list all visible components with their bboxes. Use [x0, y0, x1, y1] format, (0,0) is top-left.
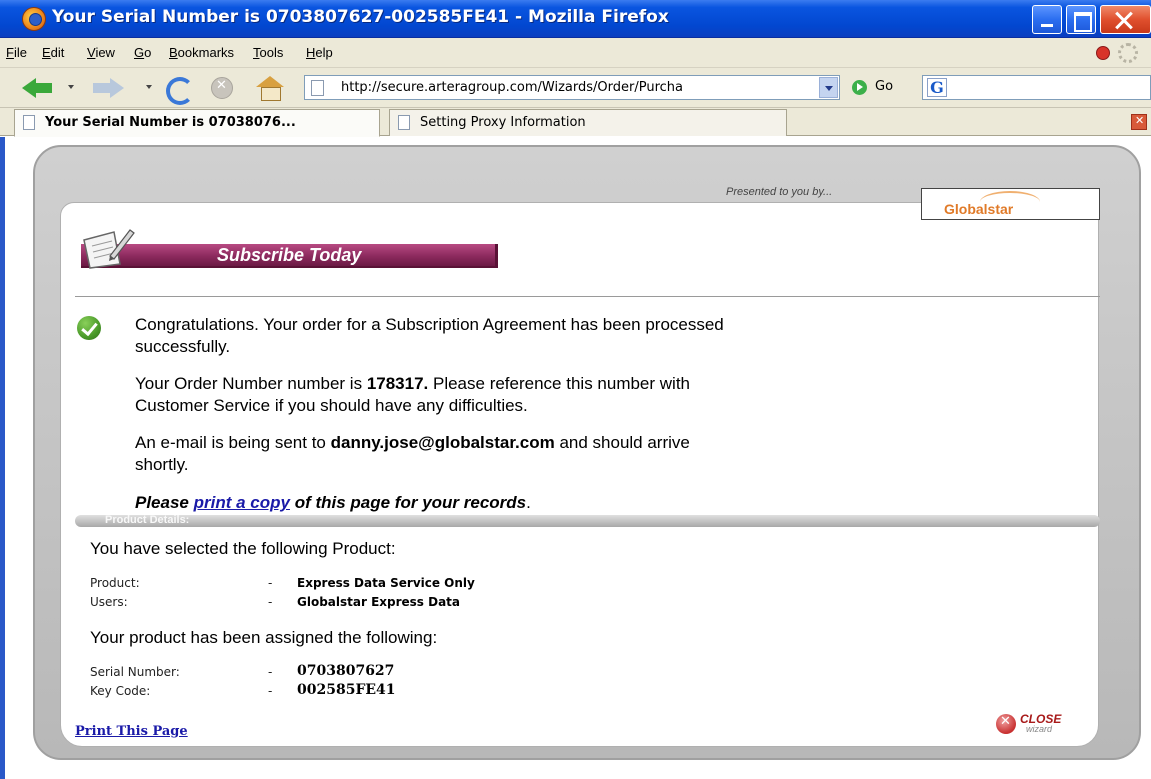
selected-product-heading: You have selected the following Product:: [90, 539, 396, 558]
menu-view[interactable]: View: [87, 45, 115, 60]
wizard-label: wizard: [1026, 724, 1053, 734]
congrats-line-1: Congratulations. Your order for a Subscr…: [135, 315, 724, 334]
go-label: Go: [875, 79, 894, 94]
users-value: Globalstar Express Data: [297, 595, 461, 609]
tab-page-icon: [398, 115, 410, 130]
users-dash: -: [268, 595, 273, 609]
email-prefix: An e-mail is being sent to: [135, 433, 331, 452]
product-value: Express Data Service Only: [297, 576, 475, 590]
throbber-icon: [1118, 43, 1138, 63]
checkmark-icon: [77, 316, 101, 340]
forward-dropdown-icon[interactable]: [146, 85, 152, 89]
logo-text: Globalstar: [944, 201, 1014, 217]
minimize-button[interactable]: [1032, 5, 1062, 34]
order-line-1: Your Order Number number is 178317. Plea…: [135, 373, 690, 395]
product-details-label: Product Details:: [105, 514, 190, 526]
order-prefix: Your Order Number number is: [135, 374, 367, 393]
serial-number-value: 0703807627: [297, 663, 395, 679]
assigned-heading: Your product has been assigned the follo…: [90, 628, 438, 647]
window-title: Your Serial Number is 0703807627-002585F…: [52, 7, 669, 27]
stop-icon[interactable]: [210, 76, 234, 100]
globalstar-logo: Globalstar: [921, 188, 1100, 220]
serial-number-dash: -: [268, 665, 273, 679]
url-text[interactable]: http://secure.arteragroup.com/Wizards/Or…: [341, 80, 799, 95]
congrats-line-2: successfully.: [135, 337, 231, 356]
google-search-icon[interactable]: G: [927, 78, 947, 97]
notepad-pencil-icon: [83, 229, 135, 269]
print-this-page-link[interactable]: Print This Page: [75, 724, 188, 739]
key-code-value: 002585FE41: [297, 682, 396, 698]
header-divider: [75, 296, 1100, 297]
url-dropdown-icon[interactable]: [819, 77, 838, 98]
reload-icon[interactable]: [164, 76, 194, 105]
email-address: danny.jose@globalstar.com: [330, 433, 555, 452]
menu-file[interactable]: File: [6, 45, 27, 60]
congrats-message: Congratulations. Your order for a Subscr…: [135, 314, 724, 358]
print-suffix: of this page for your records: [289, 493, 527, 512]
menu-go[interactable]: Go: [134, 45, 151, 60]
close-wizard-button[interactable]: CLOSE wizard: [996, 712, 1096, 736]
firefox-icon: [22, 7, 46, 31]
menu-tools[interactable]: Tools: [253, 45, 283, 60]
order-number-message: Your Order Number number is 178317. Plea…: [135, 373, 690, 417]
product-dash: -: [268, 576, 273, 590]
tab-label: Setting Proxy Information: [420, 115, 586, 130]
print-period: .: [526, 493, 531, 512]
subscribe-banner: Subscribe Today: [81, 244, 498, 268]
search-box[interactable]: G: [922, 75, 1151, 100]
window-border: [0, 137, 5, 779]
tab-proxy-information[interactable]: Setting Proxy Information: [389, 109, 787, 136]
menu-bookmarks[interactable]: Bookmarks: [169, 45, 234, 60]
tab-bar: Your Serial Number is 07038076... Settin…: [0, 108, 1151, 137]
product-label: Product:: [90, 576, 140, 590]
print-prefix: Please: [135, 493, 194, 512]
key-code-label: Key Code:: [90, 684, 151, 698]
key-code-dash: -: [268, 684, 273, 698]
url-bar[interactable]: http://secure.arteragroup.com/Wizards/Or…: [304, 75, 840, 100]
go-button[interactable]: Go: [852, 79, 912, 99]
email-line-1: An e-mail is being sent to danny.jose@gl…: [135, 432, 690, 454]
serial-number-label: Serial Number:: [90, 665, 180, 679]
close-tab-icon[interactable]: [1131, 114, 1147, 130]
email-line-2: shortly.: [135, 455, 189, 474]
maximize-button[interactable]: [1066, 5, 1096, 34]
presented-by-text: Presented to you by...: [726, 186, 833, 198]
window-titlebar[interactable]: Your Serial Number is 0703807627-002585F…: [0, 0, 1151, 38]
menu-bar: File Edit View Go Bookmarks Tools Help: [0, 38, 1151, 68]
banner-title: Subscribe Today: [217, 245, 362, 265]
back-dropdown-icon[interactable]: [68, 85, 74, 89]
tab-page-icon: [23, 115, 35, 130]
order-suffix: Please reference this number with: [428, 374, 691, 393]
menu-help[interactable]: Help: [306, 45, 333, 60]
home-icon[interactable]: [254, 76, 286, 101]
tab-serial-number[interactable]: Your Serial Number is 07038076...: [14, 109, 380, 137]
back-arrow-icon[interactable]: [22, 76, 54, 100]
menu-edit[interactable]: Edit: [42, 45, 64, 60]
forward-arrow-icon[interactable]: [93, 76, 125, 100]
users-label: Users:: [90, 595, 128, 609]
popup-blocked-icon[interactable]: [1096, 46, 1110, 60]
close-window-button[interactable]: [1100, 5, 1151, 34]
email-message: An e-mail is being sent to danny.jose@gl…: [135, 432, 690, 476]
tab-label: Your Serial Number is 07038076...: [45, 115, 296, 130]
print-message: Please print a copy of this page for you…: [135, 493, 531, 513]
print-a-copy-link[interactable]: print a copy: [194, 493, 290, 512]
product-details-bar: Product Details:: [75, 514, 1100, 527]
email-suffix: and should arrive: [554, 433, 690, 452]
close-x-icon: [996, 714, 1016, 734]
page-icon: [311, 80, 324, 96]
navigation-toolbar: http://secure.arteragroup.com/Wizards/Or…: [0, 68, 1151, 108]
order-line-2: Customer Service if you should have any …: [135, 396, 528, 415]
go-arrow-icon: [852, 80, 867, 95]
order-number: 178317.: [366, 374, 429, 393]
